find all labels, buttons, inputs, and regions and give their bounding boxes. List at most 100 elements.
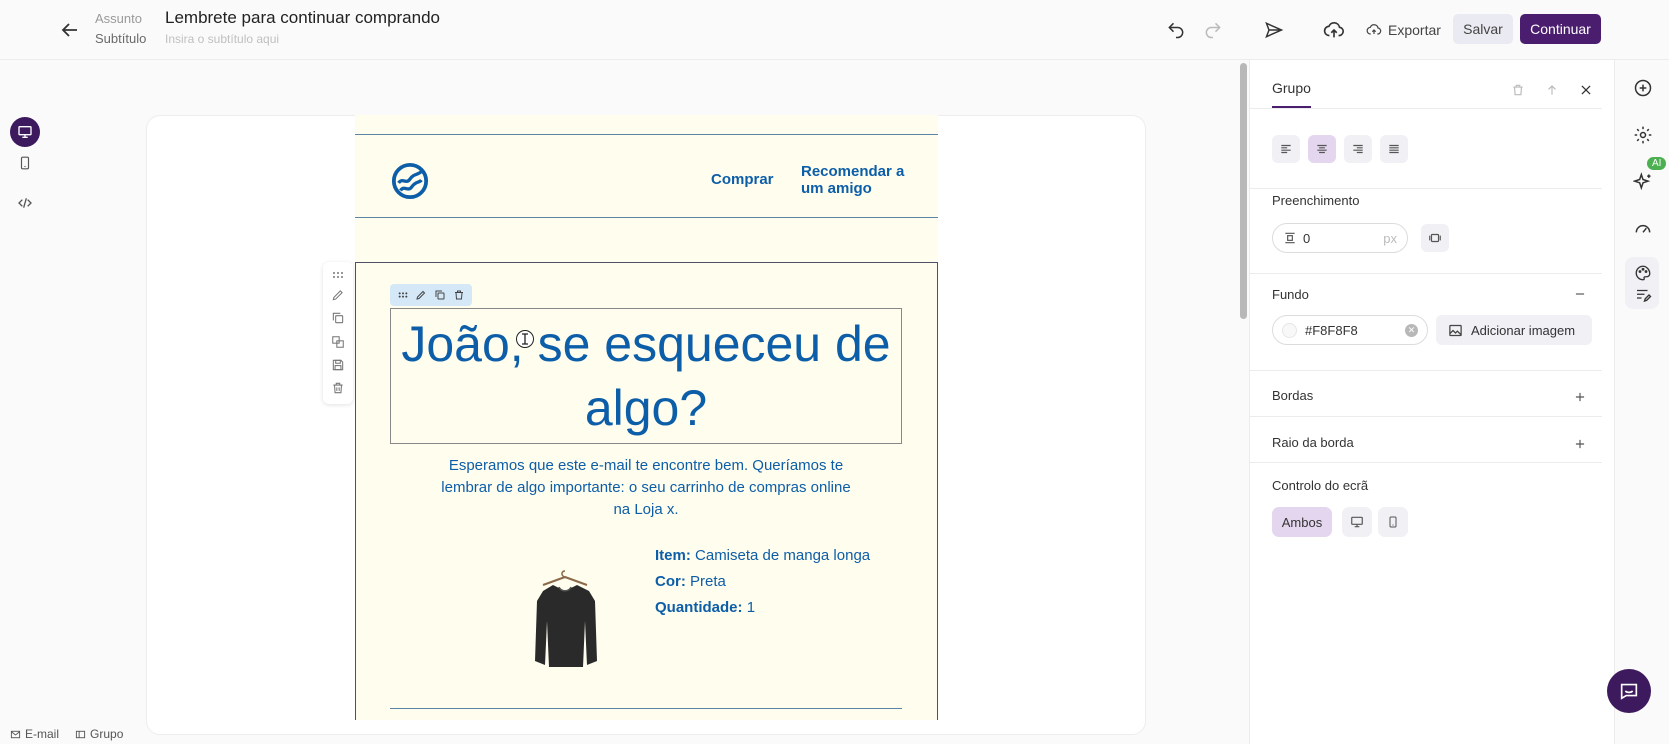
screen-desktop-button[interactable] <box>1342 507 1372 537</box>
plus-circle-icon <box>1634 79 1652 97</box>
drag-icon[interactable] <box>332 271 344 279</box>
align-divider <box>1250 188 1602 189</box>
email-heading[interactable]: João, se esqueceu de algo? <box>390 308 902 440</box>
nav-link-recomendar[interactable]: Recomendar a um amigo <box>801 163 911 197</box>
screen-both-button[interactable]: Ambos <box>1272 507 1332 537</box>
delete-group-button[interactable] <box>1507 79 1529 101</box>
screen-control-label: Controlo do ecrã <box>1272 478 1369 493</box>
copy-icon[interactable] <box>434 289 446 301</box>
performance-button[interactable] <box>1631 217 1655 241</box>
add-image-button[interactable]: Adicionar imagem <box>1436 315 1592 345</box>
properties-panel: Grupo Preenchimento 0 px Fundo #F8F8F8 ✕ <box>1249 60 1614 744</box>
background-color-input[interactable]: #F8F8F8 ✕ <box>1272 315 1428 345</box>
plus-icon <box>1575 392 1585 402</box>
email-body-text[interactable]: Esperamos que este e-mail te encontre be… <box>440 455 852 521</box>
align-justify-button[interactable] <box>1380 135 1408 163</box>
brand-logo[interactable] <box>391 162 429 200</box>
add-border-button[interactable] <box>1571 388 1589 406</box>
breadcrumb-group[interactable]: Grupo <box>75 727 123 741</box>
color-swatch[interactable] <box>1282 323 1297 338</box>
padding-value: 0 <box>1303 230 1311 246</box>
close-panel-button[interactable] <box>1575 79 1597 101</box>
group-side-toolbar <box>323 262 353 404</box>
trash-icon[interactable] <box>331 381 345 395</box>
padding-label: Preenchimento <box>1272 193 1360 208</box>
save-button[interactable]: Salvar <box>1453 14 1513 44</box>
text-style-button[interactable] <box>1631 283 1655 307</box>
canvas-scrollbar[interactable] <box>1240 63 1247 319</box>
mobile-icon <box>1389 516 1397 528</box>
continue-button[interactable]: Continuar <box>1520 14 1601 44</box>
screen-mobile-button[interactable] <box>1378 507 1408 537</box>
redo-button[interactable] <box>1200 17 1226 43</box>
nav-link-comprar[interactable]: Comprar <box>711 171 774 188</box>
undo-icon <box>1168 22 1184 39</box>
clear-color-icon[interactable]: ✕ <box>1405 324 1418 337</box>
trash-icon <box>1513 84 1523 96</box>
collapse-background-button[interactable] <box>1571 285 1589 303</box>
export-button[interactable]: Exportar <box>1362 16 1445 44</box>
image-icon <box>1449 324 1462 336</box>
padding-individual-button[interactable] <box>1421 224 1449 252</box>
block-toolbar <box>390 284 472 306</box>
add-image-label: Adicionar imagem <box>1471 322 1576 338</box>
move-block-icon[interactable] <box>331 335 345 349</box>
copy-icon[interactable] <box>331 311 345 325</box>
select-parent-button[interactable] <box>1541 79 1563 101</box>
quantity-label: Quantidade: <box>655 599 743 616</box>
export-label: Exportar <box>1388 22 1441 38</box>
gear-icon <box>1634 126 1652 144</box>
quantity-line: Quantidade: 1 <box>655 599 755 616</box>
panel-header-divider <box>1250 108 1602 109</box>
desktop-icon <box>18 125 32 138</box>
align-right-button[interactable] <box>1344 135 1372 163</box>
align-right-icon <box>1353 144 1363 154</box>
send-test-button[interactable] <box>1261 17 1287 43</box>
item-label: Item: <box>655 547 691 564</box>
add-radius-button[interactable] <box>1571 435 1589 453</box>
palette-icon <box>1635 265 1651 281</box>
item-line: Item: Camiseta de manga longa <box>655 547 870 564</box>
align-justify-icon <box>1389 144 1399 154</box>
pencil-icon[interactable] <box>331 288 345 302</box>
top-bar: Assunto Subtítulo Lembrete para continua… <box>0 0 1669 60</box>
align-left-icon <box>1281 144 1291 154</box>
drag-icon[interactable] <box>398 290 408 300</box>
add-block-button[interactable] <box>1631 76 1655 100</box>
tab-group[interactable]: Grupo <box>1272 80 1311 108</box>
theme-button[interactable] <box>1631 261 1655 285</box>
trash-icon[interactable] <box>453 289 465 301</box>
back-arrow-icon <box>61 23 77 37</box>
desktop-icon <box>1351 516 1363 528</box>
speedometer-icon <box>1635 224 1651 233</box>
background-divider <box>1250 370 1602 371</box>
breadcrumb-email[interactable]: E-mail <box>10 727 59 741</box>
breadcrumb-group-label: Grupo <box>90 727 124 741</box>
redo-icon <box>1205 22 1221 39</box>
background-color-value: #F8F8F8 <box>1305 322 1358 338</box>
product-image[interactable] <box>525 567 605 677</box>
text-cursor-icon <box>516 330 534 348</box>
item-value: Camiseta de manga longa <box>695 547 871 564</box>
code-view-button[interactable] <box>10 188 40 218</box>
settings-button[interactable] <box>1631 123 1655 147</box>
support-chat-button[interactable] <box>1607 669 1651 713</box>
color-value: Preta <box>690 573 726 590</box>
upload-button[interactable] <box>1321 17 1347 43</box>
borders-label: Bordas <box>1272 388 1314 403</box>
align-left-button[interactable] <box>1272 135 1300 163</box>
mobile-view-button[interactable] <box>10 148 40 178</box>
desktop-view-button[interactable] <box>10 117 40 147</box>
align-center-button[interactable] <box>1308 135 1336 163</box>
padding-input[interactable]: 0 px <box>1272 223 1408 253</box>
subtitle-input[interactable]: Insira o subtítulo aqui <box>165 32 279 46</box>
pencil-icon[interactable] <box>415 289 427 301</box>
breadcrumb: E-mail Grupo <box>10 727 123 741</box>
code-icon <box>18 198 32 208</box>
edit-lines-icon <box>1637 289 1652 303</box>
subject-input[interactable]: Lembrete para continuar comprando <box>165 8 440 28</box>
back-button[interactable] <box>58 18 82 42</box>
undo-button[interactable] <box>1163 17 1189 43</box>
ai-assistant-button[interactable] <box>1631 170 1655 194</box>
save-icon[interactable] <box>331 358 345 372</box>
